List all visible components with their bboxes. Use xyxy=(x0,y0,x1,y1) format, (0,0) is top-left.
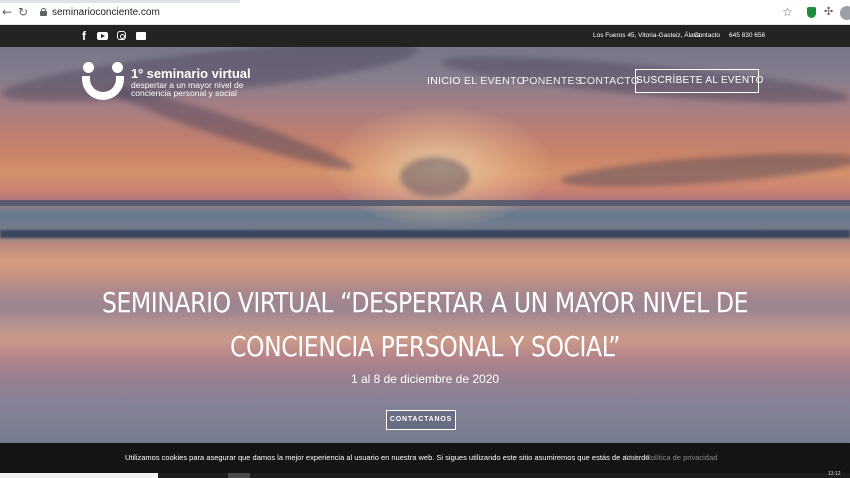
logo-subtitle[interactable]: conciencia personal y social xyxy=(131,89,237,98)
hero-title-line: SEMINARIO VIRTUAL “DESPERTAR A UN MAYOR … xyxy=(101,286,749,319)
phone-number[interactable]: 645 830 656 xyxy=(729,32,765,39)
address-text: Los Fueros 45, Vitoria-Gasteiz, Álava xyxy=(593,32,701,39)
mail-icon[interactable] xyxy=(136,32,146,40)
nav-item-ponentes[interactable]: PONENTES xyxy=(522,75,582,87)
taskbar-app-button[interactable] xyxy=(228,473,250,478)
browser-toolbar: ← ↻ seminarioconciente.com ☆ ✣ xyxy=(0,0,850,25)
event-date: 1 al 8 de diciembre de 2020 xyxy=(350,372,500,386)
privacy-policy-link[interactable]: Política de privacidad xyxy=(646,453,717,462)
nav-item-el-evento[interactable]: EL EVENTO xyxy=(464,75,525,87)
arrow-left-icon[interactable]: ← xyxy=(0,5,14,19)
facebook-icon[interactable]: f xyxy=(82,29,86,43)
browser-tab-strip xyxy=(0,0,240,3)
contact-button[interactable]: CONTACTANOS xyxy=(386,410,456,430)
extension-shield-icon[interactable] xyxy=(807,7,816,18)
youtube-icon[interactable] xyxy=(97,32,108,40)
subscribe-button[interactable]: SUSCRÍBETE AL EVENTO xyxy=(635,69,763,93)
top-info-bar: f Los Fueros 45, Vitoria-Gasteiz, Álava … xyxy=(0,25,850,47)
star-icon[interactable]: ☆ xyxy=(782,5,793,19)
reload-icon[interactable]: ↻ xyxy=(16,5,30,19)
smile-logo-icon[interactable] xyxy=(82,62,124,102)
contact-link[interactable]: Contacto xyxy=(694,32,720,39)
taskbar-clock: 13:12 xyxy=(828,471,841,477)
instagram-icon[interactable] xyxy=(117,31,126,40)
cookie-message: Utilizamos cookies para asegurar que dam… xyxy=(125,453,652,462)
address-bar[interactable]: seminarioconciente.com xyxy=(52,7,160,18)
logo-title[interactable]: 1º seminario virtual xyxy=(131,66,251,81)
puzzle-icon[interactable]: ✣ xyxy=(824,5,833,18)
nav-item-inicio[interactable]: INICIO xyxy=(427,75,461,87)
taskbar-search-box[interactable] xyxy=(0,473,158,478)
nav-item-contacto[interactable]: CONTACTO xyxy=(579,75,639,87)
lock-icon[interactable] xyxy=(40,8,47,16)
cookie-banner: Utilizamos cookies para asegurar que dam… xyxy=(0,443,850,473)
avatar[interactable] xyxy=(840,6,850,20)
hero-title-line: CONCIENCIA PERSONAL Y SOCIAL” xyxy=(229,330,621,363)
hero-title: SEMINARIO VIRTUAL “DESPERTAR A UN MAYOR … xyxy=(101,281,749,369)
cookie-accept-button[interactable]: Vale xyxy=(626,453,640,462)
